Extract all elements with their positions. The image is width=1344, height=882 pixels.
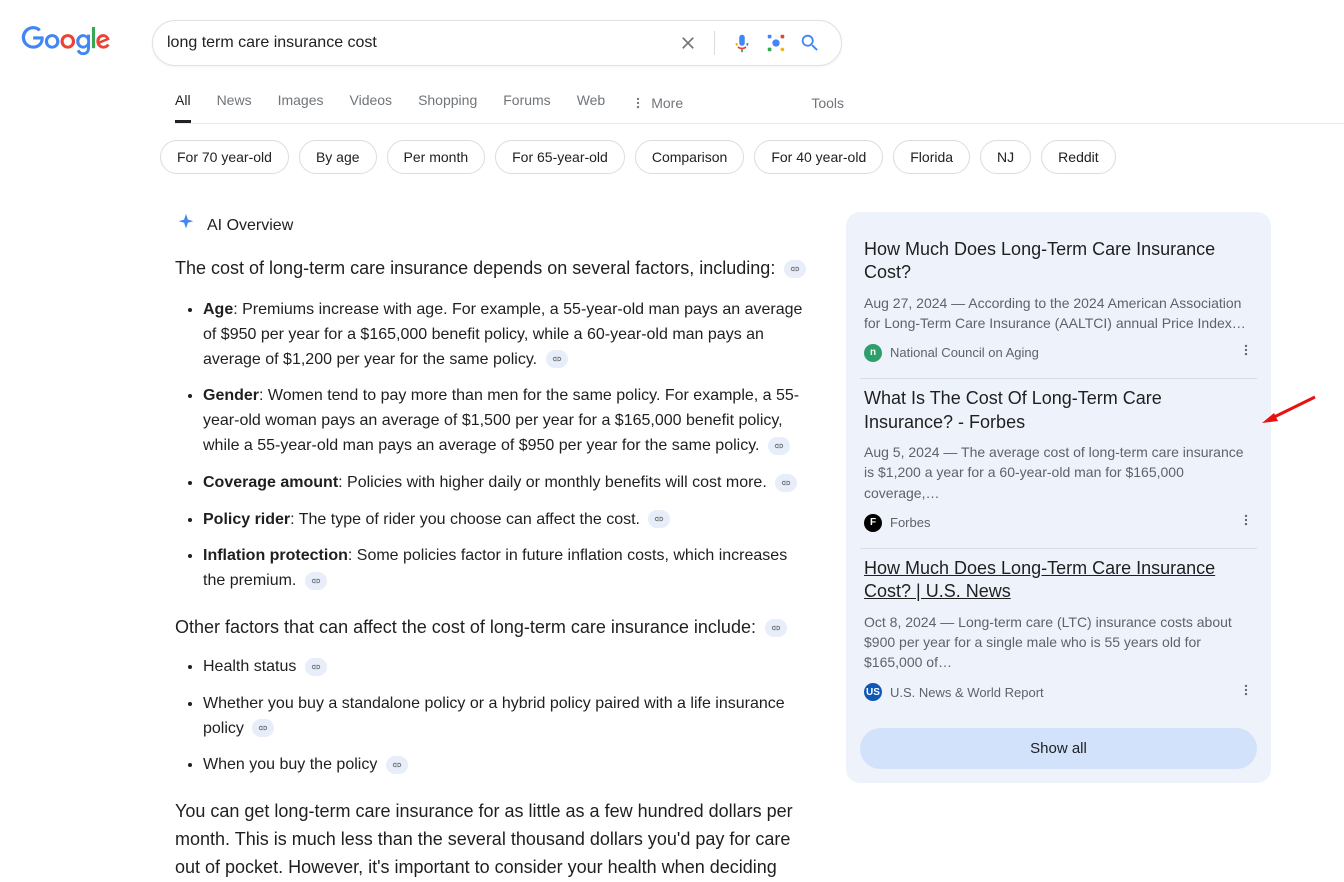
other-factor-item: When you buy the policy (203, 753, 810, 778)
filter-chip[interactable]: For 70 year-old (160, 140, 289, 174)
mic-icon[interactable] (725, 26, 759, 60)
ai-intro: The cost of long-term care insurance dep… (175, 255, 810, 282)
source-name: U.S. News & World Report (890, 685, 1044, 700)
show-all-button[interactable]: Show all (860, 728, 1257, 769)
lens-icon[interactable] (759, 26, 793, 60)
source-card[interactable]: What Is The Cost Of Long-Term Care Insur… (860, 379, 1257, 549)
sparkle-icon (175, 212, 197, 239)
tools-button[interactable]: Tools (811, 95, 844, 111)
citation-icon[interactable] (648, 510, 670, 528)
source-title: How Much Does Long-Term Care Insurance C… (864, 238, 1253, 285)
source-card[interactable]: How Much Does Long-Term Care Insurance C… (860, 549, 1257, 718)
source-favicon: n (864, 344, 882, 362)
source-snippet: Oct 8, 2024 — Long-term care (LTC) insur… (864, 612, 1253, 673)
factor-item: Gender: Women tend to pay more than men … (203, 384, 810, 458)
annotation-arrow (1260, 395, 1320, 425)
search-icon[interactable] (793, 26, 827, 60)
tab-shopping[interactable]: Shopping (418, 82, 477, 123)
citation-icon[interactable] (784, 260, 806, 278)
filter-chip[interactable]: Comparison (635, 140, 744, 174)
citation-icon[interactable] (546, 350, 568, 368)
google-logo[interactable] (20, 26, 112, 61)
tab-forums[interactable]: Forums (503, 82, 550, 123)
more-menu[interactable]: More (631, 95, 683, 111)
filter-chip[interactable]: NJ (980, 140, 1031, 174)
filter-chip[interactable]: For 40 year-old (754, 140, 883, 174)
source-menu-icon[interactable] (1239, 513, 1253, 532)
filter-chip[interactable]: For 65-year-old (495, 140, 625, 174)
other-factor-item: Health status (203, 655, 810, 680)
citation-icon[interactable] (305, 572, 327, 590)
ai-sub-intro: Other factors that can affect the cost o… (175, 614, 810, 641)
tab-news[interactable]: News (217, 82, 252, 123)
citation-icon[interactable] (252, 719, 274, 737)
tab-web[interactable]: Web (577, 82, 606, 123)
source-favicon: US (864, 683, 882, 701)
factor-item: Inflation protection: Some policies fact… (203, 544, 810, 594)
search-input[interactable] (167, 34, 672, 52)
ai-closing: You can get long-term care insurance for… (175, 798, 810, 882)
tab-images[interactable]: Images (278, 82, 324, 123)
source-menu-icon[interactable] (1239, 683, 1253, 702)
clear-icon[interactable] (672, 27, 704, 59)
citation-icon[interactable] (305, 658, 327, 676)
divider (714, 31, 715, 55)
source-snippet: Aug 5, 2024 — The average cost of long-t… (864, 442, 1253, 503)
ai-overview-label: AI Overview (207, 217, 293, 235)
source-menu-icon[interactable] (1239, 343, 1253, 362)
citation-icon[interactable] (768, 437, 790, 455)
source-card[interactable]: How Much Does Long-Term Care Insurance C… (860, 230, 1257, 379)
source-title: What Is The Cost Of Long-Term Care Insur… (864, 387, 1253, 434)
citation-icon[interactable] (765, 619, 787, 637)
filter-chip[interactable]: Florida (893, 140, 970, 174)
source-snippet: Aug 27, 2024 — According to the 2024 Ame… (864, 293, 1253, 334)
search-box[interactable] (152, 20, 842, 66)
filter-chip[interactable]: Per month (387, 140, 486, 174)
source-title: How Much Does Long-Term Care Insurance C… (864, 557, 1253, 604)
more-label: More (651, 95, 683, 111)
factor-item: Policy rider: The type of rider you choo… (203, 508, 810, 533)
factor-item: Age: Premiums increase with age. For exa… (203, 298, 810, 372)
source-name: National Council on Aging (890, 345, 1039, 360)
citation-icon[interactable] (775, 474, 797, 492)
sources-panel: How Much Does Long-Term Care Insurance C… (846, 212, 1271, 783)
tab-all[interactable]: All (175, 82, 191, 123)
source-name: Forbes (890, 515, 930, 530)
factor-item: Coverage amount: Policies with higher da… (203, 471, 810, 496)
other-factor-item: Whether you buy a standalone policy or a… (203, 692, 810, 742)
tab-videos[interactable]: Videos (350, 82, 393, 123)
source-favicon: F (864, 514, 882, 532)
filter-chip[interactable]: Reddit (1041, 140, 1115, 174)
citation-icon[interactable] (386, 756, 408, 774)
filter-chip[interactable]: By age (299, 140, 377, 174)
